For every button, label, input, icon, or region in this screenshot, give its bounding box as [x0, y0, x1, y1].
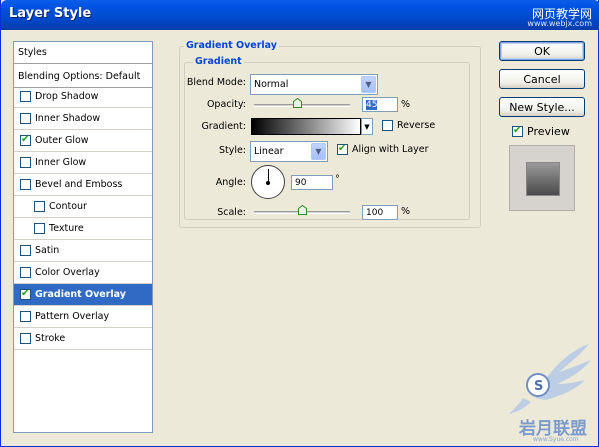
align-label: Align with Layer — [352, 144, 429, 155]
style-item-checkbox[interactable] — [20, 245, 31, 256]
opacity-label: Opacity: — [206, 99, 246, 110]
section-title: Gradient Overlay — [184, 40, 279, 51]
angle-unit: ° — [335, 174, 340, 185]
style-item-label: Pattern Overlay — [35, 311, 110, 322]
cancel-button[interactable]: Cancel — [499, 69, 585, 89]
gradient-picker-arrow[interactable]: ▼ — [361, 118, 373, 135]
style-item-label: Satin — [35, 245, 60, 256]
style-item-checkbox[interactable] — [34, 223, 45, 234]
scale-slider-thumb[interactable] — [298, 205, 307, 215]
style-item-label: Drop Shadow — [35, 91, 99, 102]
preview-swatch — [526, 162, 560, 196]
blending-options-label: Blending Options: Default — [18, 71, 141, 82]
angle-dial-center — [266, 181, 270, 185]
preview-checkbox[interactable]: Preview — [512, 125, 570, 138]
style-item-pattern-overlay[interactable]: Pattern Overlay — [14, 306, 152, 328]
style-item-bevel-and-emboss[interactable]: Bevel and Emboss — [14, 174, 152, 196]
preview-thumbnail — [509, 145, 575, 211]
style-item-texture[interactable]: Texture — [14, 218, 152, 240]
style-item-checkbox[interactable] — [20, 113, 31, 124]
styles-header[interactable]: Styles — [14, 42, 152, 64]
chevron-down-icon: ▼ — [311, 143, 326, 160]
style-item-satin[interactable]: Satin — [14, 240, 152, 262]
chevron-down-icon: ▼ — [361, 76, 376, 93]
reverse-checkbox[interactable]: Reverse — [382, 120, 435, 131]
style-label: Style: — [218, 145, 246, 156]
angle-label: Angle: — [215, 177, 246, 188]
watermark-url: www.webjx.com — [527, 19, 592, 28]
window-title: Layer Style — [9, 6, 92, 21]
reverse-label: Reverse — [397, 120, 436, 131]
layer-style-dialog: Layer Style 网页教学网 www.webjx.com Styles B… — [0, 0, 599, 447]
angle-dial[interactable] — [251, 165, 285, 199]
chevron-down-icon: ▼ — [364, 122, 370, 131]
align-with-layer-checkbox[interactable]: Align with Layer — [337, 143, 429, 155]
blend-mode-select[interactable]: Normal ▼ — [250, 74, 378, 95]
style-item-inner-glow[interactable]: Inner Glow — [14, 152, 152, 174]
style-item-contour[interactable]: Contour — [14, 196, 152, 218]
style-item-checkbox[interactable] — [20, 267, 31, 278]
style-item-inner-shadow[interactable]: Inner Shadow — [14, 108, 152, 130]
gradient-swatch[interactable] — [251, 118, 361, 135]
style-item-label: Inner Glow — [35, 157, 87, 168]
opacity-field[interactable]: 45 — [362, 97, 398, 112]
styles-header-label: Styles — [18, 47, 47, 58]
style-item-checkbox[interactable] — [20, 157, 31, 168]
style-item-label: Texture — [49, 223, 84, 234]
style-item-stroke[interactable]: Stroke — [14, 328, 152, 350]
style-select[interactable]: Linear ▼ — [250, 141, 328, 162]
style-item-checkbox[interactable] — [34, 201, 45, 212]
blend-mode-label: Blend Mode: — [186, 77, 246, 88]
watermark-logo: S 岩月联盟 www.Syue.com — [509, 344, 591, 443]
scale-field[interactable]: 100 — [362, 205, 398, 220]
blending-options-item[interactable]: Blending Options: Default — [14, 66, 152, 88]
scale-value: 100 — [366, 207, 384, 218]
preview-label: Preview — [527, 125, 570, 138]
ok-button[interactable]: OK — [499, 41, 585, 61]
style-item-color-overlay[interactable]: Color Overlay — [14, 262, 152, 284]
opacity-value: 45 — [366, 99, 378, 110]
title-bar[interactable]: Layer Style 网页教学网 www.webjx.com — [1, 0, 599, 30]
style-item-label: Bevel and Emboss — [35, 179, 123, 190]
style-item-checkbox[interactable] — [20, 333, 31, 344]
style-item-gradient-overlay[interactable]: Gradient Overlay — [14, 284, 152, 306]
style-item-checkbox[interactable] — [20, 288, 31, 300]
style-item-checkbox[interactable] — [20, 311, 31, 322]
angle-value: 90 — [295, 177, 307, 188]
style-item-checkbox[interactable] — [20, 179, 31, 190]
scale-label: Scale: — [217, 207, 246, 218]
logo-url: www.Syue.com — [533, 436, 579, 443]
blend-mode-value: Normal — [254, 79, 289, 90]
style-item-label: Gradient Overlay — [35, 289, 126, 300]
style-item-label: Inner Shadow — [35, 113, 101, 124]
align-checkbox-box[interactable] — [337, 143, 348, 155]
svg-text:S: S — [534, 379, 543, 394]
style-item-outer-glow[interactable]: Outer Glow — [14, 130, 152, 152]
new-style-button[interactable]: New Style... — [499, 97, 585, 117]
group-title: Gradient — [193, 56, 244, 67]
style-item-checkbox[interactable] — [20, 134, 31, 146]
preview-checkbox-box[interactable] — [512, 125, 523, 137]
reverse-checkbox-box[interactable] — [382, 120, 393, 131]
style-item-drop-shadow[interactable]: Drop Shadow — [14, 86, 152, 108]
style-item-label: Color Overlay — [35, 267, 100, 278]
styles-list: Styles Blending Options: Default Drop Sh… — [13, 41, 153, 433]
scale-unit: % — [401, 206, 411, 217]
style-item-label: Outer Glow — [35, 135, 89, 146]
style-item-checkbox[interactable] — [20, 91, 31, 102]
opacity-unit: % — [401, 99, 411, 110]
style-value: Linear — [254, 146, 284, 157]
style-item-label: Contour — [49, 201, 87, 212]
gradient-label: Gradient: — [201, 121, 246, 132]
angle-field[interactable]: 90 — [291, 175, 333, 190]
opacity-slider-thumb[interactable] — [293, 98, 303, 108]
style-item-label: Stroke — [35, 333, 66, 344]
